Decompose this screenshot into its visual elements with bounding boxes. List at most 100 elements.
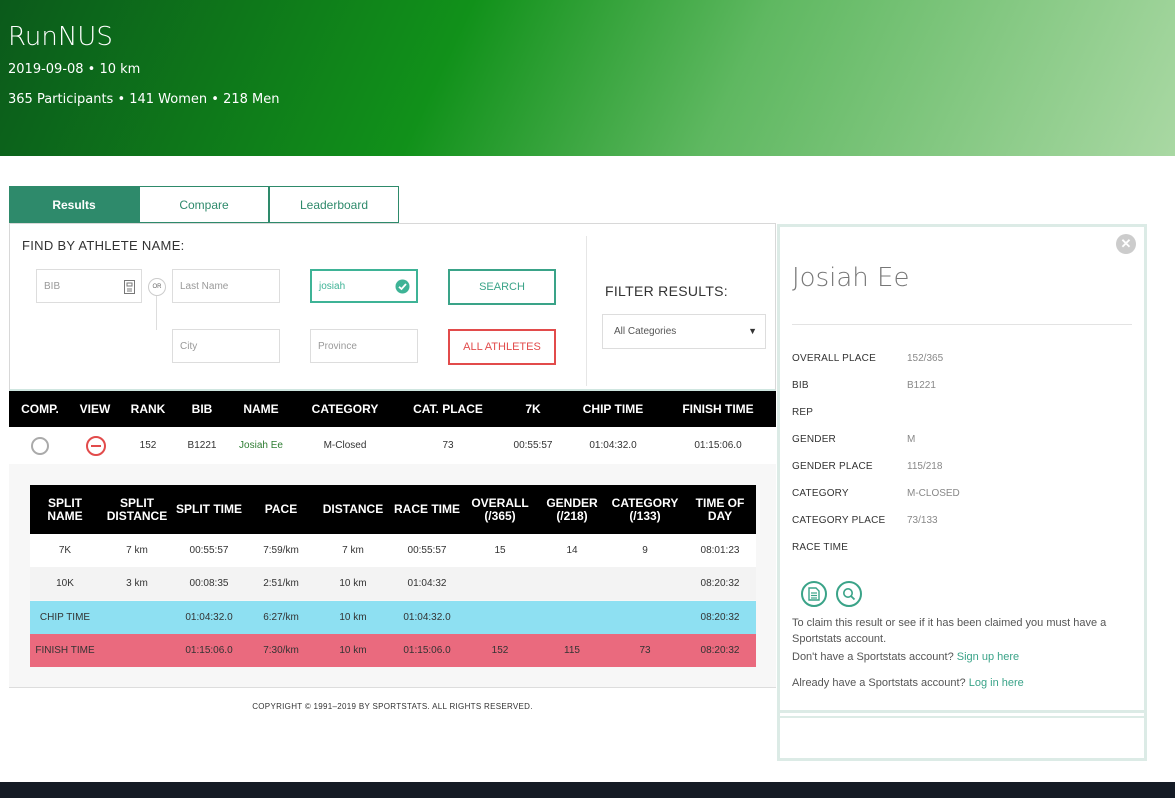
- panel-divider: [792, 324, 1132, 325]
- results-table-header: COMP. VIEW RANK BIB NAME CATEGORY CAT. P…: [9, 391, 776, 427]
- collapse-icon: [86, 435, 106, 456]
- find-by-name-heading: FIND BY ATHLETE NAME:: [22, 238, 185, 253]
- bib-placeholder: BIB: [44, 280, 61, 292]
- category-filter-select[interactable]: All Categories ▼: [602, 314, 766, 349]
- split-pace: 6:27/km: [263, 612, 299, 623]
- info-value: M-CLOSED: [907, 488, 960, 499]
- province-placeholder: Province: [318, 340, 357, 352]
- split-time: 01:15:06.0: [185, 645, 233, 656]
- table-row[interactable]: 152 B1221 Josiah Ee M-Closed 73 00:55:57…: [9, 427, 776, 464]
- split-time: 00:55:57: [189, 545, 229, 556]
- claim-text: To claim this result or see if it has be…: [792, 617, 1107, 645]
- filter-heading: FILTER RESULTS:: [605, 283, 729, 299]
- last-name-input[interactable]: Last Name: [172, 269, 280, 303]
- close-icon[interactable]: ✕: [1116, 234, 1136, 254]
- split-distance: [102, 601, 172, 634]
- col-view: VIEW: [79, 402, 111, 416]
- sign-up-line: Don't have a Sportstats account? Sign up…: [792, 649, 1137, 665]
- col-distance: DISTANCE: [322, 502, 384, 516]
- tab-bar: Results Compare Leaderboard: [9, 186, 399, 223]
- document-icon: [808, 587, 820, 601]
- split-total-distance: 10 km: [339, 645, 367, 656]
- event-date-distance: 2019-09-08 • 10 km: [8, 62, 141, 77]
- or-divider: OR: [148, 278, 166, 296]
- city-input[interactable]: City: [172, 329, 280, 363]
- split-pace: 7:59/km: [263, 545, 299, 556]
- cell-name-link[interactable]: Josiah Ee: [229, 427, 293, 464]
- cell-7k: 00:55:57: [513, 440, 553, 451]
- radio-circle-icon: [31, 436, 49, 455]
- split-name: CHIP TIME: [39, 612, 91, 623]
- split-distance: 7 km: [126, 545, 148, 556]
- col-split-name: SPLIT NAME: [47, 495, 83, 523]
- athlete-panel-lower: [780, 716, 1144, 758]
- splits-table-header: SPLIT NAME SPLIT DISTANCE SPLIT TIME PAC…: [30, 485, 756, 534]
- split-row-7k: 7K 7 km 00:55:57 7:59/km 7 km 00:55:57 1…: [30, 534, 756, 567]
- split-time-of-day: 08:20:32: [700, 645, 740, 656]
- certificate-button[interactable]: [801, 581, 827, 607]
- event-participants: 365 Participants • 141 Women • 218 Men: [8, 92, 280, 107]
- split-name: 10K: [56, 578, 74, 589]
- split-total-distance: 7 km: [342, 545, 364, 556]
- copyright-text: COPYRIGHT © 1991–2019 BY SPORTSTATS. ALL…: [252, 702, 533, 711]
- info-label: GENDER PLACE: [792, 461, 873, 472]
- split-race-time: 00:55:57: [407, 545, 447, 556]
- col-category-place: CATEGORY (/133): [611, 495, 679, 523]
- cell-chip-time: 01:04:32.0: [589, 440, 637, 451]
- magnifier-icon: [843, 588, 856, 601]
- province-input[interactable]: Province: [310, 329, 418, 363]
- athlete-detail-panel: ✕ Josiah Ee OVERALL PLACE 152/365 BIB B1…: [780, 227, 1144, 713]
- search-panel: FIND BY ATHLETE NAME: BIB OR Last Name j…: [9, 223, 776, 391]
- split-distance: [102, 634, 172, 667]
- info-value: 115/218: [907, 461, 943, 472]
- split-overall: 152: [491, 645, 509, 656]
- cell-category: M-Closed: [323, 440, 367, 451]
- or-line: [156, 296, 157, 330]
- split-race-time: 01:04:32: [407, 578, 447, 589]
- first-name-value: josiah: [319, 280, 346, 292]
- split-row-10k: 10K 3 km 00:08:35 2:51/km 10 km 01:04:32…: [30, 567, 756, 600]
- col-name: NAME: [243, 402, 279, 416]
- have-account-text: Already have a Sportstats account?: [792, 677, 966, 689]
- split-total-distance: 10 km: [339, 578, 367, 589]
- split-time-of-day: 08:20:32: [700, 612, 740, 623]
- compare-radio[interactable]: [27, 427, 53, 464]
- lookup-button[interactable]: [836, 581, 862, 607]
- tab-results[interactable]: Results: [9, 186, 139, 223]
- col-overall: OVERALL (/365): [471, 495, 529, 523]
- info-value: 152/365: [907, 353, 944, 364]
- tab-compare[interactable]: Compare: [139, 186, 269, 223]
- info-value: M: [907, 434, 916, 445]
- event-header: RunNUS 2019-09-08 • 10 km 365 Participan…: [0, 0, 1175, 156]
- chevron-down-icon: ▼: [748, 326, 757, 336]
- category-filter-value: All Categories: [614, 326, 677, 337]
- split-row-chip-time: CHIP TIME 01:04:32.0 6:27/km 10 km 01:04…: [30, 601, 756, 634]
- split-time: 00:08:35: [189, 578, 229, 589]
- city-placeholder: City: [180, 340, 198, 352]
- view-toggle[interactable]: [83, 427, 109, 464]
- cell-cat-place: 73: [442, 440, 454, 451]
- info-label: GENDER: [792, 434, 836, 445]
- all-athletes-button[interactable]: ALL ATHLETES: [448, 329, 556, 365]
- bib-input[interactable]: BIB: [36, 269, 142, 303]
- col-split-time: SPLIT TIME: [176, 502, 242, 516]
- split-total-distance: 10 km: [339, 612, 367, 623]
- split-pace: 7:30/km: [263, 645, 299, 656]
- search-button[interactable]: SEARCH: [448, 269, 556, 305]
- cell-rank: 152: [139, 440, 157, 451]
- info-value: 73/133: [907, 515, 938, 526]
- info-label: BIB: [792, 380, 809, 391]
- col-7k: 7K: [525, 402, 541, 416]
- tab-leaderboard[interactable]: Leaderboard: [269, 186, 399, 223]
- col-pace: PACE: [264, 502, 298, 516]
- first-name-input[interactable]: josiah: [310, 269, 418, 303]
- sign-up-link[interactable]: Sign up here: [957, 651, 1019, 663]
- split-gender: [542, 567, 602, 600]
- no-account-text: Don't have a Sportstats account?: [792, 651, 954, 663]
- split-name: 7K: [58, 545, 72, 556]
- col-race-time: RACE TIME: [394, 502, 460, 516]
- log-in-link[interactable]: Log in here: [969, 677, 1024, 689]
- split-category: [610, 567, 680, 600]
- col-rank: RANK: [130, 402, 166, 416]
- info-label: CATEGORY: [792, 488, 849, 499]
